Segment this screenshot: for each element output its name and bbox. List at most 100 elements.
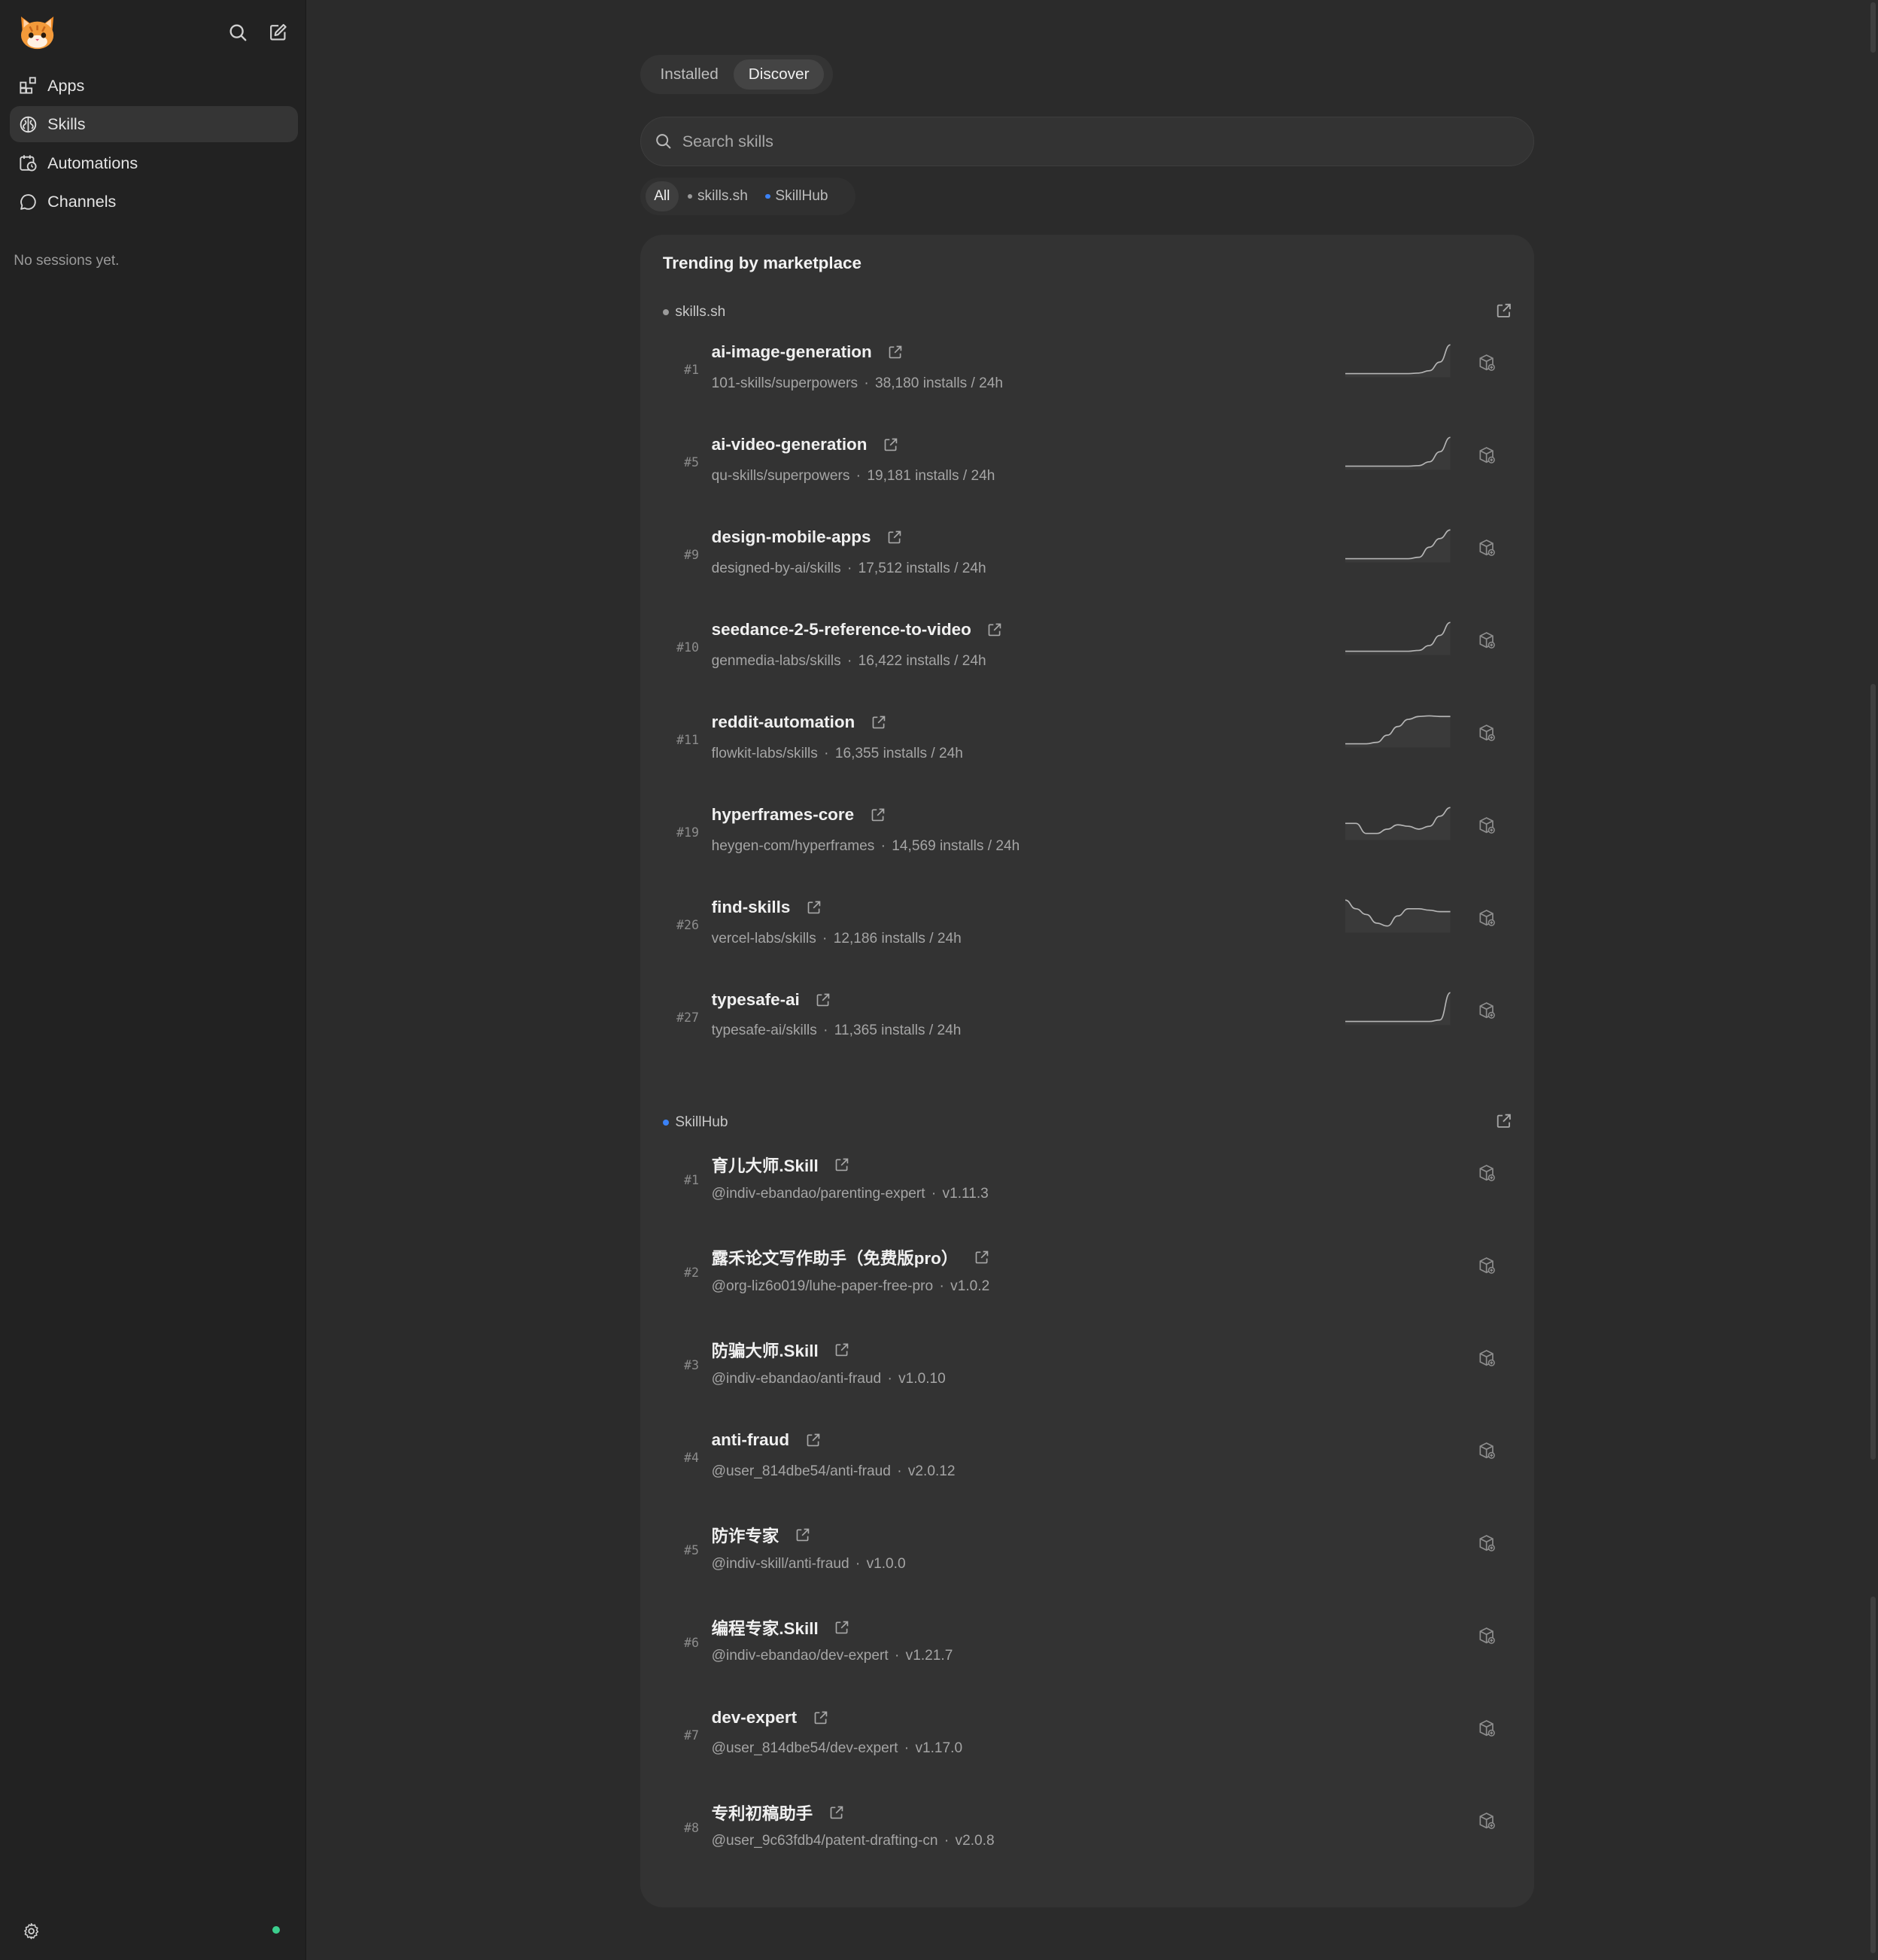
skill-name[interactable]: seedance-2-5-reference-to-video — [712, 620, 1003, 640]
skill-name[interactable]: 防骗大师.Skill — [712, 1338, 850, 1362]
sidebar-item-channels[interactable]: Channels — [10, 184, 297, 220]
search-bar[interactable] — [640, 116, 1535, 167]
skill-name[interactable]: 编程专家.Skill — [712, 1615, 850, 1639]
install-package-icon[interactable] — [1478, 1534, 1496, 1552]
external-link-icon[interactable] — [883, 437, 898, 452]
skill-name[interactable]: reddit-automation — [712, 713, 886, 732]
external-link-icon[interactable] — [834, 1157, 849, 1172]
external-link-icon[interactable] — [813, 1710, 828, 1725]
external-link-icon[interactable] — [1496, 1113, 1512, 1129]
skill-name[interactable]: typesafe-ai — [712, 990, 831, 1010]
external-link-icon[interactable] — [795, 1527, 810, 1542]
list-item[interactable]: #10 seedance-2-5-reference-to-video genmed… — [640, 609, 1534, 701]
install-package-icon[interactable] — [1478, 1349, 1496, 1367]
search-input[interactable] — [682, 131, 1534, 151]
external-link-icon[interactable] — [887, 530, 902, 545]
external-link-icon[interactable] — [1496, 302, 1512, 319]
sidebar: Apps Skills Automations Channels No sess… — [0, 0, 307, 1960]
skill-repo: typesafe-ai/skills — [711, 1023, 817, 1039]
list-item[interactable]: #27 typesafe-ai typesafe-ai/skills · 11,365 … — [640, 979, 1534, 1071]
list-item[interactable]: #2 露禾论文写作助手（免费版pro） @org-liz6o019/luhe-pap… — [640, 1234, 1534, 1326]
external-link-icon[interactable] — [829, 1805, 844, 1820]
install-package-icon[interactable] — [1478, 1627, 1496, 1645]
install-package-icon[interactable] — [1478, 1812, 1496, 1830]
skill-repo: @indiv-skill/anti-fraud — [711, 1555, 849, 1572]
list-item[interactable]: #3 防骗大师.Skill @indiv-ebandao/anti-fraud · v1… — [640, 1326, 1534, 1419]
skill-name[interactable]: ai-image-generation — [712, 342, 904, 362]
list-item[interactable]: #11 reddit-automation flowkit-labs/skills ·… — [640, 701, 1534, 794]
external-link-icon[interactable] — [806, 1433, 821, 1448]
sidebar-item-apps[interactable]: Apps — [10, 68, 297, 104]
list-item[interactable]: #5 ai-video-generation qu-skills/superpowe… — [640, 424, 1534, 516]
tab-installed[interactable]: Installed — [646, 59, 734, 90]
skill-name[interactable]: anti-fraud — [712, 1430, 821, 1450]
skill-name-text: 露禾论文写作助手（免费版pro） — [711, 1249, 959, 1269]
skill-repo: heygen-com/hyperframes — [711, 837, 875, 854]
install-package-icon[interactable] — [1478, 1719, 1496, 1737]
install-package-icon[interactable] — [1478, 1257, 1496, 1275]
install-package-icon[interactable] — [1478, 1164, 1496, 1182]
list-item[interactable]: #7 dev-expert @user_814dbe54/dev-expert · v1… — [640, 1697, 1534, 1789]
search-icon[interactable] — [226, 20, 251, 45]
external-link-icon[interactable] — [834, 1620, 849, 1635]
rank-label: #1 — [684, 1172, 700, 1187]
install-count: 19,181 installs / 24h — [867, 467, 995, 484]
filter-skillhub[interactable]: SkillHub — [757, 181, 837, 211]
skill-name[interactable]: hyperframes-core — [712, 805, 886, 825]
skill-meta: @user_9c63fdb4/patent-drafting-cn · v2.0.8 — [712, 1833, 995, 1849]
external-link-icon[interactable] — [987, 622, 1002, 637]
skill-name[interactable]: 防诈专家 — [712, 1523, 810, 1547]
external-link-icon[interactable] — [816, 992, 831, 1007]
external-link-icon[interactable] — [871, 715, 886, 730]
rank-label: #5 — [684, 1542, 700, 1557]
external-link-icon[interactable] — [974, 1250, 989, 1265]
dot-icon — [662, 1119, 670, 1126]
list-item[interactable]: #9 design-mobile-apps designed-by-ai/skill… — [640, 516, 1534, 609]
list-item[interactable]: #19 hyperframes-core heygen-com/hyperframe… — [640, 794, 1534, 886]
separator-dot: · — [904, 1740, 910, 1757]
skill-name[interactable]: find-skills — [712, 898, 822, 917]
skill-name[interactable]: 专利初稿助手 — [712, 1800, 844, 1825]
install-package-icon[interactable] — [1478, 446, 1496, 464]
list-item[interactable]: #1 育儿大师.Skill @indiv-ebandao/parenting-exp… — [640, 1141, 1534, 1234]
new-session-icon[interactable] — [266, 20, 290, 45]
install-package-icon[interactable] — [1478, 816, 1496, 834]
filter-all[interactable]: All — [645, 181, 679, 211]
filter-label: skills.sh — [697, 187, 748, 204]
scrollbar[interactable] — [1870, 2, 1876, 1954]
gear-icon[interactable] — [23, 1922, 40, 1940]
skill-name[interactable]: 露禾论文写作助手（免费版pro） — [712, 1245, 989, 1269]
external-link-icon[interactable] — [871, 807, 886, 822]
install-package-icon[interactable] — [1478, 354, 1496, 372]
sidebar-item-skills[interactable]: Skills — [10, 106, 298, 143]
skill-name-text: find-skills — [711, 898, 791, 917]
rank-label: #3 — [684, 1357, 700, 1372]
skill-name-text: 育儿大师.Skill — [711, 1156, 819, 1176]
install-package-icon[interactable] — [1478, 1001, 1496, 1020]
sidebar-item-automations[interactable]: Automations — [10, 145, 297, 181]
skill-name[interactable]: design-mobile-apps — [712, 527, 902, 547]
list-item[interactable]: #26 find-skills vercel-labs/skills · 12,186 … — [640, 886, 1534, 979]
tab-discover[interactable]: Discover — [733, 59, 825, 90]
skill-name[interactable]: dev-expert — [712, 1708, 828, 1728]
external-link-icon[interactable] — [807, 900, 822, 915]
external-link-icon[interactable] — [834, 1342, 849, 1357]
install-package-icon[interactable] — [1478, 1442, 1496, 1460]
skill-repo: designed-by-ai/skills — [711, 560, 841, 576]
list-item[interactable]: #6 编程专家.Skill @indiv-ebandao/dev-expert · v1… — [640, 1604, 1534, 1697]
skill-name[interactable]: 育儿大师.Skill — [712, 1153, 850, 1177]
list-item[interactable]: #4 anti-fraud @user_814dbe54/anti-fraud · v2… — [640, 1419, 1534, 1512]
filter-skills-sh[interactable]: skills.sh — [679, 181, 756, 211]
list-item[interactable]: #8 专利初稿助手 @user_9c63fdb4/patent-drafting-c… — [640, 1789, 1534, 1882]
install-package-icon[interactable] — [1478, 724, 1496, 742]
skill-name[interactable]: ai-video-generation — [712, 435, 898, 454]
external-link-icon[interactable] — [888, 345, 903, 360]
skill-meta: @indiv-ebandao/dev-expert · v1.21.7 — [712, 1648, 953, 1664]
trend-area — [1345, 530, 1451, 563]
install-package-icon[interactable] — [1478, 539, 1496, 557]
list-item[interactable]: #1 ai-image-generation 101-skills/superpow… — [640, 331, 1534, 424]
install-package-icon[interactable] — [1478, 631, 1496, 649]
cat-logo-icon[interactable] — [17, 13, 57, 53]
list-item[interactable]: #5 防诈专家 @indiv-skill/anti-fraud · v1.0.0 — [640, 1512, 1534, 1604]
install-package-icon[interactable] — [1478, 909, 1496, 927]
